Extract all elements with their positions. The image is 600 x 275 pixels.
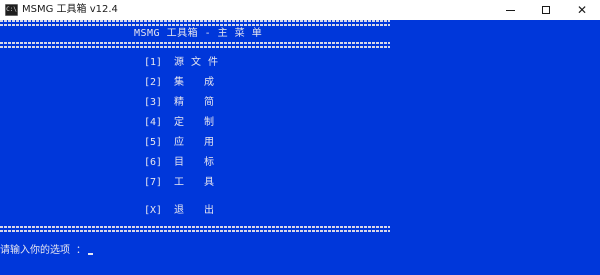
divider-bottom	[0, 226, 390, 232]
close-icon: ✕	[576, 3, 588, 17]
menu-item-key: [1]	[144, 57, 163, 68]
input-prompt: 请输入你的选项 ：	[0, 245, 87, 256]
menu-item-key: [6]	[144, 157, 163, 168]
menu-item-label: 退 出	[174, 205, 222, 216]
menu-item-key: [7]	[144, 177, 163, 188]
close-button[interactable]: ✕	[564, 0, 600, 20]
minimize-icon	[505, 9, 515, 11]
console-output[interactable]: MSMG 工具箱 - 主 菜 单 [1] 源文件 [2] 集 成 [3] 精 简…	[0, 20, 600, 275]
menu-header: MSMG 工具箱 - 主 菜 单	[134, 28, 263, 39]
maximize-button[interactable]	[528, 0, 564, 20]
menu-item-label: 源文件	[174, 57, 225, 68]
console-app-icon: C:\	[5, 4, 18, 16]
menu-item-label: 定 制	[174, 117, 222, 128]
menu-item-key: [5]	[144, 137, 163, 148]
menu-item-label: 精 简	[174, 97, 222, 108]
maximize-icon	[542, 6, 550, 14]
menu-item-label: 应 用	[174, 137, 222, 148]
text-cursor[interactable]	[88, 253, 93, 255]
console-window: C:\ MSMG 工具箱 v12.4 ✕ MSMG 工具箱 - 主 菜 单 [1…	[0, 0, 600, 275]
title-bar[interactable]: C:\ MSMG 工具箱 v12.4 ✕	[0, 0, 600, 20]
window-title: MSMG 工具箱 v12.4	[22, 4, 118, 15]
menu-item-key: [2]	[144, 77, 163, 88]
menu-item-label: 工 具	[174, 177, 222, 188]
minimize-button[interactable]	[492, 0, 528, 20]
menu-item-key: [X]	[144, 205, 163, 216]
menu-item-label: 集 成	[174, 77, 222, 88]
menu-item-key: [3]	[144, 97, 163, 108]
divider-top-lower	[0, 42, 390, 48]
divider-top	[0, 20, 390, 26]
menu-item-key: [4]	[144, 117, 163, 128]
menu-item-label: 目 标	[174, 157, 222, 168]
